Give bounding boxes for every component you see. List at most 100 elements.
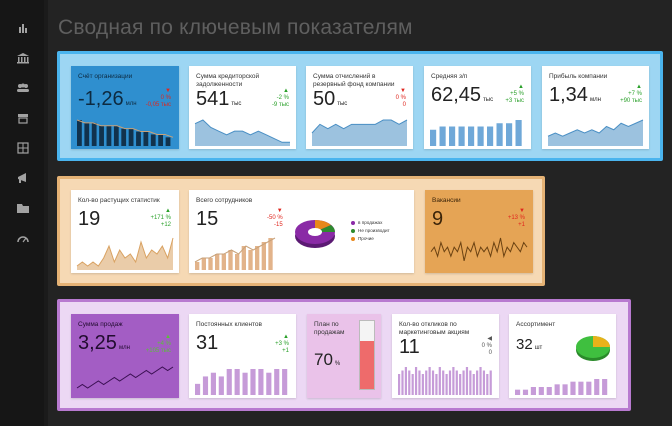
spark-bar	[452, 367, 455, 395]
card-label: Прибыль компании	[549, 73, 608, 80]
card-value: 1,34 млн	[549, 84, 601, 106]
card-label: Средняя з/п	[431, 73, 468, 80]
spark-bar	[435, 374, 438, 395]
store-icon[interactable]	[16, 112, 30, 124]
card-change: ▼ -50 % -15	[267, 208, 283, 228]
card-total-employees[interactable]: Всего сотрудников 15 ▼ -50 % -15 в продажа…	[189, 190, 414, 273]
spark-bar	[468, 126, 475, 146]
spark-bar	[136, 131, 141, 146]
card-account-balance[interactable]: Счёт организации -1,26 млн ▼ 0 % -0,05 тыс	[71, 66, 179, 149]
spark-bar	[128, 128, 134, 146]
card-vacancies[interactable]: Вакансии 9 ▼ +13 % +1	[425, 190, 533, 273]
spark-bar	[77, 120, 82, 146]
chart-icon[interactable]	[16, 22, 30, 34]
spark-bar	[418, 370, 421, 395]
spark-bar	[506, 123, 513, 146]
card-sales-plan[interactable]: План по продажам 70%	[307, 314, 381, 398]
sparkline	[194, 119, 290, 146]
card-label: Всего сотрудников	[196, 197, 253, 204]
page-title: Сводная по ключевым показателям	[58, 16, 413, 39]
spark-bar	[255, 246, 260, 270]
dashboard-icon[interactable]	[16, 232, 30, 244]
pie-chart-icon	[576, 336, 610, 361]
grid-icon[interactable]	[16, 142, 30, 154]
card-change: ▲ +7 % +90 тыс	[620, 84, 642, 104]
spark-bar	[487, 126, 494, 146]
spark-bar	[476, 370, 479, 395]
spark-bar	[210, 372, 216, 395]
spark-bar	[143, 131, 149, 146]
spark-bar	[425, 370, 428, 395]
spark-bar	[218, 376, 224, 395]
spark-line	[430, 237, 528, 261]
spark-bar	[438, 367, 441, 395]
card-value: 50 тыс	[313, 88, 348, 110]
spark-bar	[208, 258, 213, 270]
spark-bar	[99, 125, 104, 146]
spark-bar	[496, 123, 503, 146]
card-accounts-payable[interactable]: Сумма кредиторской задолженности 541 тыс …	[189, 66, 296, 149]
spark-bar	[489, 370, 492, 395]
card-change: ◀ 0 % 0	[481, 336, 492, 356]
spark-bar	[150, 134, 156, 146]
card-reserve-fund[interactable]: Сумма отчислений в резервный фонд компан…	[306, 66, 413, 149]
sparkline	[76, 366, 174, 389]
pie-chart-icon	[295, 220, 335, 248]
spark-bar	[113, 125, 119, 146]
spark-bar	[195, 262, 200, 270]
card-sales-total[interactable]: Сумма продаж 3,25 млн ▲ +4 % +105 тыс	[71, 314, 179, 398]
card-change: ▼ +13 % +1	[507, 208, 525, 228]
spark-bar	[234, 369, 240, 395]
card-value: 9	[432, 208, 444, 230]
spark-bar	[84, 122, 90, 146]
spark-bar	[398, 374, 401, 395]
card-value: 70%	[314, 350, 341, 369]
spark-bar	[411, 374, 414, 395]
spark-bar	[459, 374, 462, 395]
card-average-salary[interactable]: Средняя з/п 62,45 тыс ▲ +5 % +3 тыс	[424, 66, 531, 149]
card-change: ▲ +4 % +105 тыс	[145, 334, 171, 354]
spark-bar	[465, 367, 469, 395]
spark-bar	[594, 379, 600, 395]
spark-bar	[472, 374, 475, 395]
sparkline	[195, 369, 288, 395]
sparkline	[194, 237, 276, 270]
megaphone-icon[interactable]	[16, 172, 30, 184]
legend-item: в продажах	[351, 220, 390, 225]
spark-bar	[215, 254, 220, 270]
spark-bar	[268, 238, 273, 270]
spark-area	[195, 120, 290, 146]
card-label: Вакансии	[432, 197, 461, 204]
spark-bar	[458, 126, 465, 146]
card-regular-clients[interactable]: Постоянных клиентов 31 ▲ +3 % +1	[189, 314, 296, 398]
spark-bar	[538, 387, 544, 395]
folder-icon[interactable]	[16, 202, 30, 214]
people-icon[interactable]	[16, 82, 30, 94]
spark-bar	[282, 369, 288, 395]
sidebar	[0, 0, 44, 426]
sparkline	[515, 379, 608, 395]
card-label: Ассортимент	[516, 321, 556, 328]
card-marketing-responses[interactable]: Кол-во откликов по маркетинговым акциям …	[392, 314, 499, 398]
spark-bar	[462, 370, 465, 395]
spark-bar	[439, 126, 446, 146]
spark-bar	[442, 370, 445, 395]
spark-bar	[486, 374, 489, 395]
spark-bar	[258, 369, 264, 395]
card-growing-stats[interactable]: Кол-во растущих статистик 19 ▲ +171 % +12	[71, 190, 179, 273]
bank-icon[interactable]	[16, 52, 30, 64]
card-company-profit[interactable]: Прибыль компании 1,34 млн ▲ +7 % +90 тыс	[542, 66, 649, 149]
spark-bar	[546, 387, 552, 395]
spark-area	[548, 120, 643, 146]
card-value: 31	[196, 332, 219, 354]
spark-bar	[401, 370, 404, 395]
card-value: 15	[196, 208, 219, 230]
spark-bar	[121, 128, 127, 146]
card-value: 3,25 млн	[78, 332, 130, 354]
spark-bar	[106, 125, 112, 146]
card-assortment[interactable]: Ассортимент 32 шт	[509, 314, 616, 398]
spark-bar	[248, 250, 253, 270]
card-value: 19	[78, 208, 101, 230]
sparkline	[311, 119, 408, 146]
spark-bar	[578, 381, 584, 395]
